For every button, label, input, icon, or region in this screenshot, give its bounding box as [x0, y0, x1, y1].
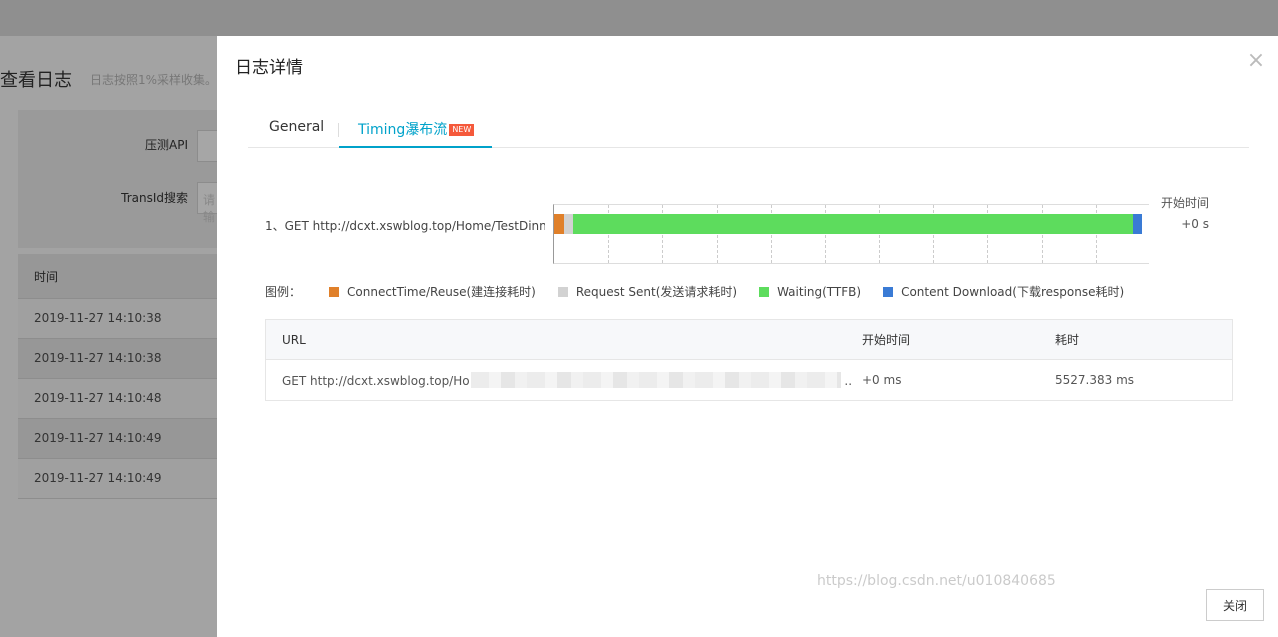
waterfall-start-time-value: +0 s [1181, 217, 1209, 231]
cell-url-text: GET http://dcxt.xswblog.top/Ho [282, 374, 470, 388]
waterfall-segment-0[interactable] [554, 214, 564, 234]
legend-swatch [329, 286, 340, 297]
legend-label: Request Sent(发送请求耗时) [575, 285, 738, 299]
close-icon[interactable]: × [1246, 50, 1266, 72]
table-row[interactable]: GET http://dcxt.xswblog.top/Ho .. +0 ms … [266, 360, 1232, 400]
legend-item: Request Sent(发送请求耗时) [557, 283, 738, 300]
tab-general-label: General [269, 119, 325, 135]
drawer-title: 日志详情 [235, 58, 303, 78]
page-subtitle: 日志按照1%采样收集。 [90, 73, 218, 87]
redacted-url-blur [470, 372, 841, 388]
watermark: https://blog.csdn.net/u010840685 [817, 573, 1056, 589]
timing-detail-table: URL 开始时间 耗时 GET http://dcxt.xswblog.top/… [265, 319, 1233, 401]
legend-item: ConnectTime/Reuse(建连接耗时) [329, 283, 536, 300]
top-bar [0, 0, 1278, 36]
legend-label: Waiting(TTFB) [777, 284, 862, 299]
log-table: 时间 2019-11-27 14:10:38 2019-11-27 14:10:… [18, 254, 218, 499]
tab-general[interactable]: General [269, 112, 324, 148]
legend-title: 图例： [265, 285, 302, 299]
cell-url: GET http://dcxt.xswblog.top/Ho .. [266, 372, 862, 388]
legend-swatch [557, 286, 568, 297]
waterfall-segment-1[interactable] [563, 214, 573, 234]
tab-timing[interactable]: Timing瀑布流 NEW [339, 112, 492, 148]
legend-swatch [883, 286, 894, 297]
table-row[interactable]: 2019-11-27 14:10:49 [18, 419, 218, 459]
table-row[interactable]: 2019-11-27 14:10:48 [18, 379, 218, 419]
legend-item: Content Download(下载response耗时) [883, 283, 1124, 300]
table-row[interactable]: 2019-11-27 14:10:38 [18, 339, 218, 379]
close-button[interactable]: 关闭 [1206, 589, 1264, 621]
header-url: URL [282, 332, 306, 347]
page-title: 查看日志 [0, 70, 72, 91]
header-start-time: 开始时间 [862, 333, 911, 347]
legend-item: Waiting(TTFB) [759, 285, 861, 299]
filter-label-api: 压测API [145, 138, 188, 152]
legend: 图例： ConnectTime/Reuse(建连接耗时) Request Sent… [265, 283, 1146, 300]
legend-label: ConnectTime/Reuse(建连接耗时) [347, 285, 536, 299]
log-detail-drawer: 日志详情 × General Timing瀑布流 NEW 1、GET http:/… [217, 36, 1278, 637]
header-duration: 耗时 [1055, 333, 1080, 347]
table-row[interactable]: 2019-11-27 14:10:38 [18, 299, 218, 339]
table-header-time: 时间 [18, 254, 218, 299]
cell-start-time: +0 ms [862, 373, 902, 387]
filter-panel: 压测API TransId搜索 请输 [18, 110, 227, 248]
legend-swatch [759, 286, 770, 297]
waterfall-start-time-label: 开始时间 [1161, 196, 1210, 210]
table-row[interactable]: 2019-11-27 14:10:49 [18, 459, 218, 499]
waterfall-request-label: 1、GET http://dcxt.xswblog.top/Home/TestD… [265, 219, 545, 233]
legend-label: Content Download(下载response耗时) [901, 285, 1125, 299]
waterfall-segment-2[interactable] [572, 214, 1134, 234]
new-badge: NEW [449, 124, 475, 136]
waterfall-chart [553, 204, 1149, 264]
waterfall-segment-3[interactable] [1133, 214, 1142, 234]
cell-duration: 5527.383 ms [1055, 373, 1135, 387]
tab-bar: General Timing瀑布流 NEW [248, 112, 1249, 148]
tab-timing-label: Timing瀑布流 [358, 122, 448, 138]
cell-url-ellipsis: .. [844, 374, 853, 388]
table-header-row: URL 开始时间 耗时 [266, 320, 1232, 360]
filter-label-transid: TransId搜索 [121, 191, 188, 205]
